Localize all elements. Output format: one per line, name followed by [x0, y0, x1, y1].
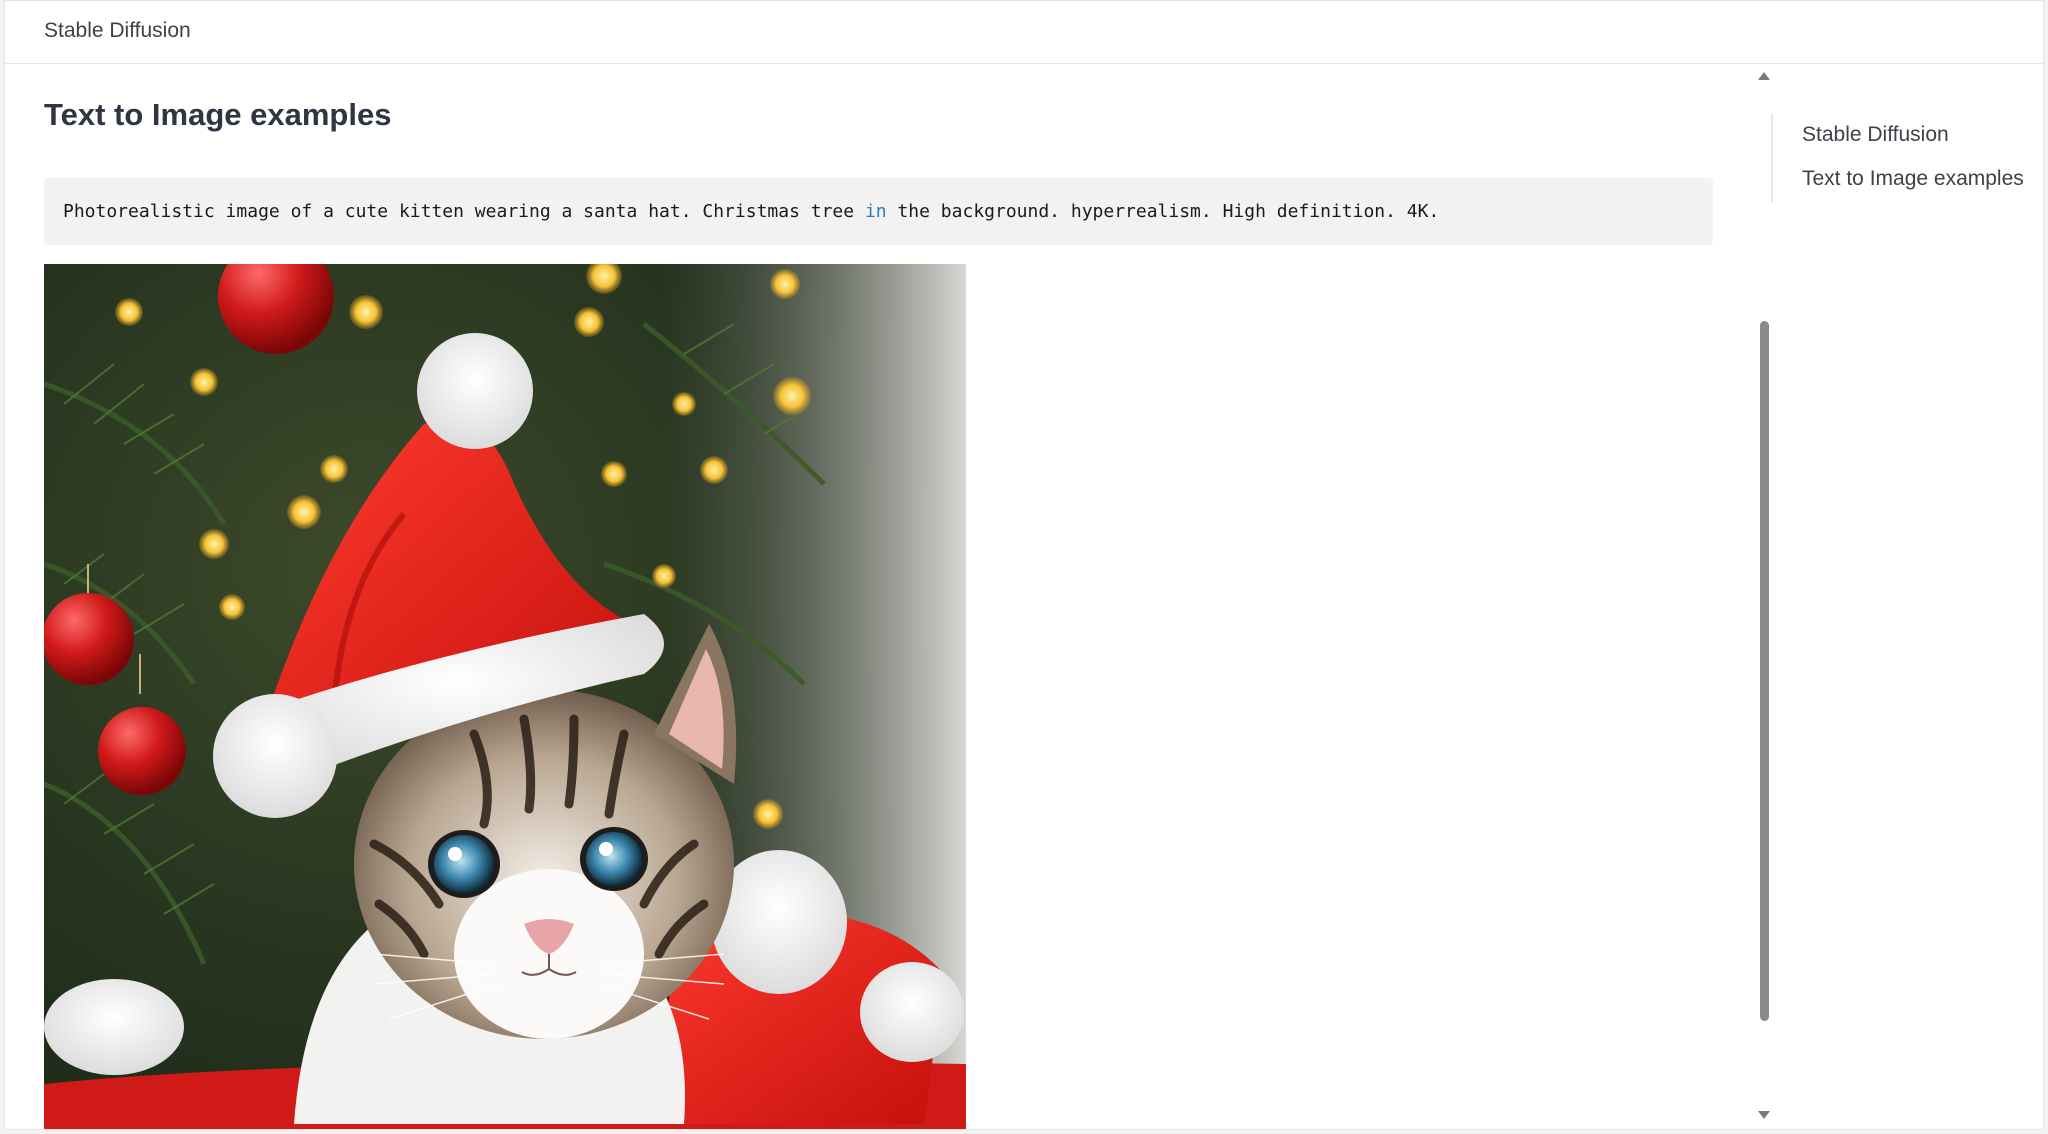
app-title[interactable]: Stable Diffusion [44, 19, 191, 43]
kitten-santa-hat-image [44, 264, 966, 1129]
code-text-after: the background. hyperrealism. High defin… [886, 201, 1440, 222]
page-title: Text to Image examples [44, 97, 392, 132]
main-content: Text to Image examples Photorealistic im… [5, 65, 1745, 1129]
table-of-contents: Stable Diffusion Text to Image examples [1771, 113, 2041, 203]
app-window: Stable Diffusion Text to Image examples … [4, 0, 2044, 1130]
content-scrollbar[interactable] [1753, 65, 1775, 1129]
toc-item-stable-diffusion[interactable]: Stable Diffusion [1773, 113, 2041, 157]
prompt-code-block: Photorealistic image of a cute kitten we… [44, 178, 1713, 245]
code-keyword: in [864, 201, 887, 222]
generated-image [44, 264, 966, 1129]
top-bar: Stable Diffusion [5, 1, 2043, 64]
scroll-down-arrow-icon[interactable] [1758, 1111, 1770, 1119]
scroll-up-arrow-icon[interactable] [1758, 72, 1770, 80]
scrollbar-thumb[interactable] [1760, 321, 1769, 1021]
toc-item-text-to-image-examples[interactable]: Text to Image examples [1773, 157, 2041, 201]
code-text-before: Photorealistic image of a cute kitten we… [63, 201, 865, 222]
